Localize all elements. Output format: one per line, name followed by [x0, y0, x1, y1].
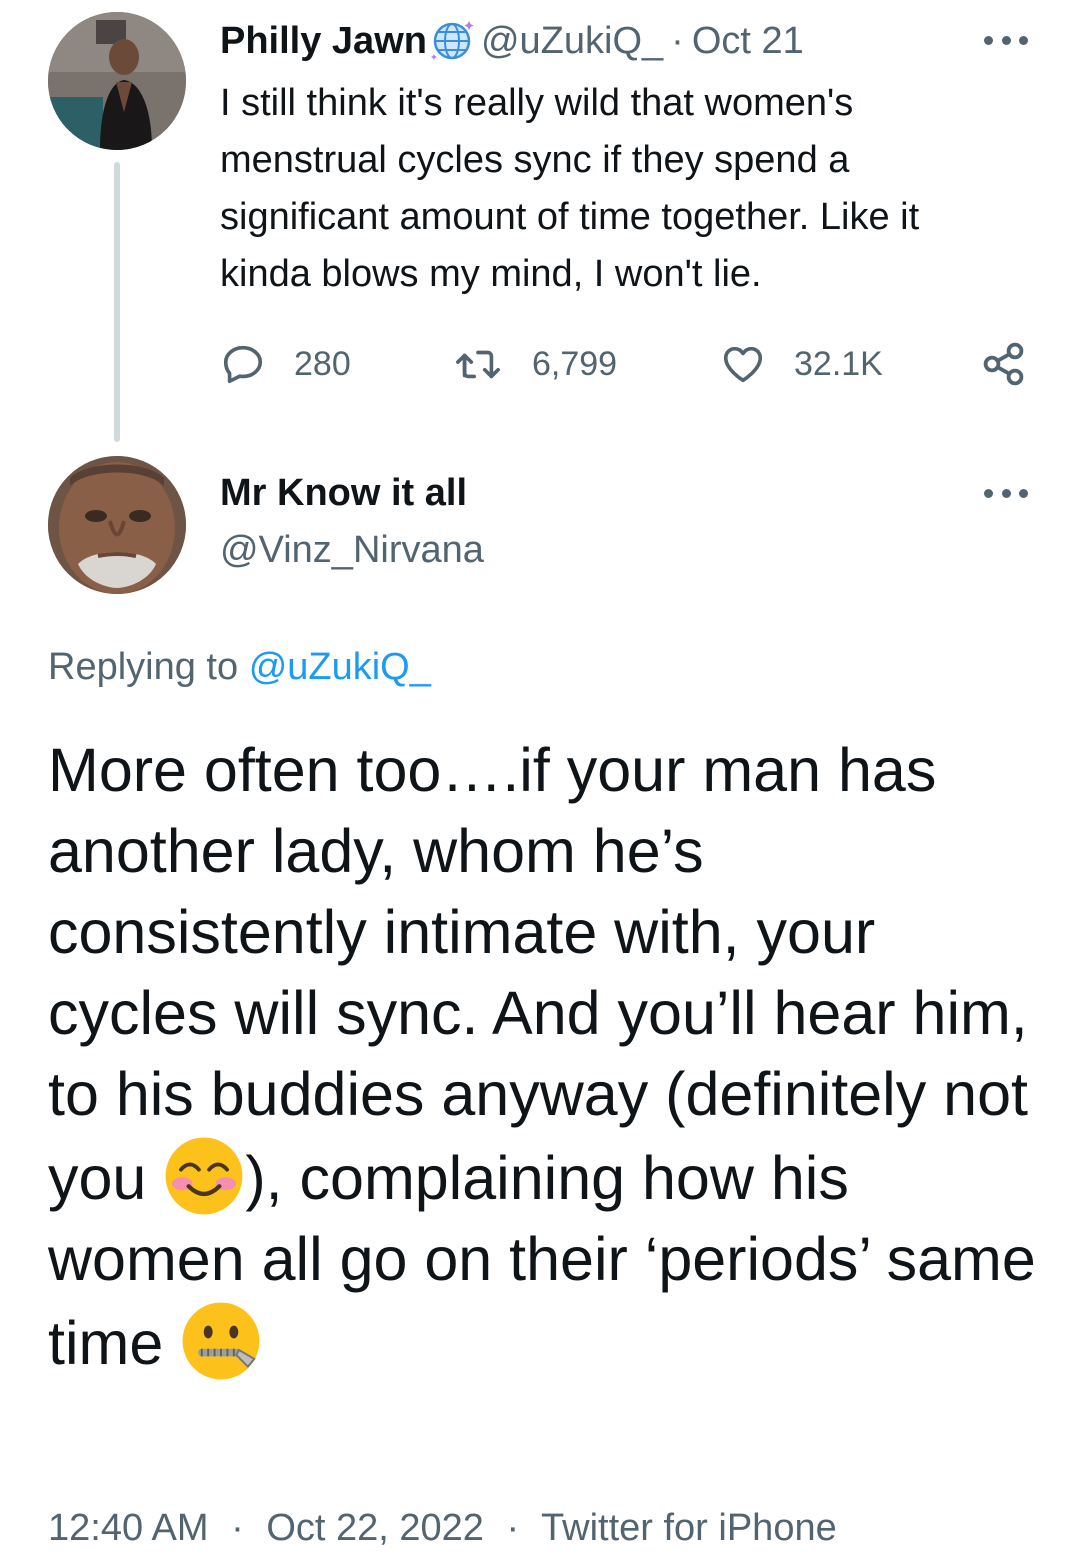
replying-to: Replying to @uZukiQ_ — [48, 640, 431, 694]
reply-tweet-text: More often too….if your man has another … — [48, 730, 1038, 1384]
replying-to-mention[interactable]: @uZukiQ_ — [249, 646, 431, 688]
reply-icon — [223, 345, 263, 384]
like-button[interactable]: 32.1K — [720, 336, 883, 392]
reply-handle[interactable]: @Vinz_Nirvana — [220, 523, 484, 577]
like-count: 32.1K — [794, 344, 883, 383]
parent-avatar[interactable] — [48, 12, 186, 150]
tweet-actions: 280 6,799 32.1K — [220, 336, 1030, 392]
share-button[interactable] — [980, 336, 1028, 392]
parent-display-name[interactable]: Philly Jawn — [220, 14, 427, 68]
heart-icon — [723, 346, 763, 383]
reply-button[interactable]: 280 — [220, 336, 351, 392]
parent-tweet-text: I still think it's really wild that wome… — [220, 82, 920, 295]
more-options-icon[interactable] — [984, 486, 1028, 500]
tweet-source[interactable]: Twitter for iPhone — [541, 1507, 837, 1549]
tweet-date[interactable]: Oct 22, 2022 — [266, 1507, 484, 1549]
retweet-count: 6,799 — [532, 344, 618, 383]
parent-handle[interactable]: @uZukiQ_ — [481, 14, 663, 68]
meta-separator: · — [506, 1507, 520, 1549]
retweet-button[interactable]: 6,799 — [452, 336, 617, 392]
reply-avatar[interactable] — [48, 456, 186, 594]
parent-date[interactable]: Oct 21 — [692, 14, 804, 68]
retweet-icon — [456, 350, 500, 379]
globe-icon — [429, 18, 475, 64]
meta-separator: · — [231, 1507, 244, 1549]
parent-avatar-image — [48, 12, 186, 150]
reply-count: 280 — [294, 344, 351, 383]
replying-to-label: Replying to — [48, 646, 239, 688]
share-icon — [983, 342, 1024, 386]
zipper-mouth-emoji-icon — [180, 1300, 262, 1382]
parent-header: Philly Jawn @uZukiQ_ · Oct 21 — [220, 14, 804, 68]
more-options-icon[interactable] — [984, 33, 1028, 47]
thread-line — [114, 162, 120, 442]
tweet-meta: 12:40 AM · Oct 22, 2022 · Twitter for iP… — [48, 1500, 837, 1556]
header-separator: · — [671, 20, 684, 62]
smiling-face-emoji-icon — [163, 1135, 245, 1217]
tweet-time[interactable]: 12:40 AM — [48, 1507, 209, 1549]
reply-display-name[interactable]: Mr Know it all — [220, 466, 467, 520]
reply-avatar-image — [48, 456, 186, 594]
